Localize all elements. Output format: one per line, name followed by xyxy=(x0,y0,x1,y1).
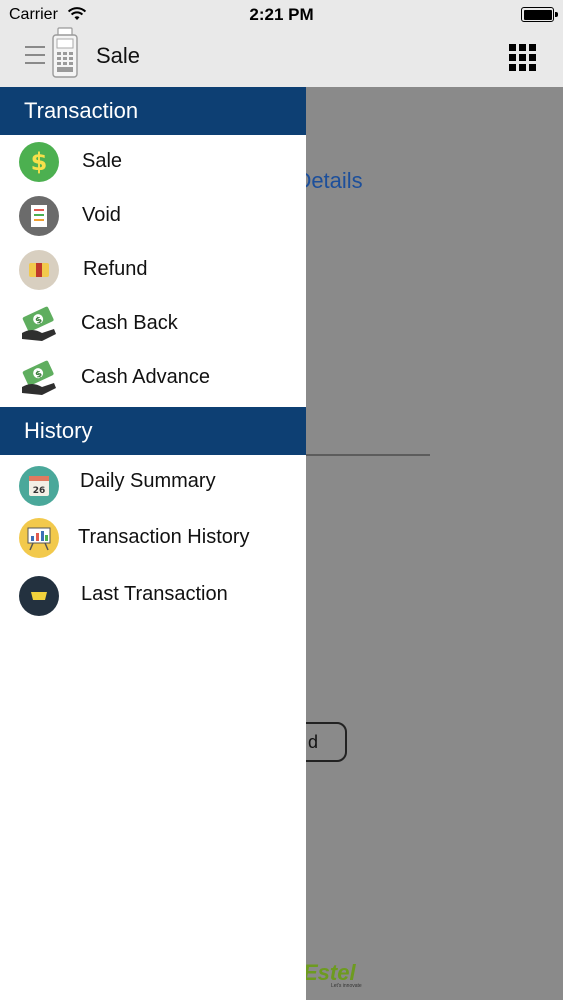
menu-item-void[interactable]: Void xyxy=(0,189,306,243)
basket-icon xyxy=(18,575,60,617)
pos-terminal-icon xyxy=(52,27,78,78)
menu-item-sale[interactable]: $ Sale xyxy=(0,135,306,189)
menu-item-cash-advance[interactable]: $ Cash Advance xyxy=(0,351,306,405)
estel-logo: Estel Let's innovate xyxy=(303,960,365,994)
calendar-date: 26 xyxy=(33,486,46,496)
menu-item-label: Last Transaction xyxy=(81,583,228,605)
svg-text:$: $ xyxy=(31,148,48,176)
menu-item-last-transaction[interactable]: Last Transaction xyxy=(0,567,306,621)
menu-item-label: Refund xyxy=(83,258,148,280)
menu-item-label: Transaction History xyxy=(78,526,250,548)
section-header-transaction: Transaction xyxy=(0,87,306,135)
hamburger-icon[interactable] xyxy=(25,46,45,70)
menu-item-label: Cash Back xyxy=(81,312,178,334)
logo-name: Estel xyxy=(303,960,356,985)
menu-item-transaction-history[interactable]: Transaction History xyxy=(0,509,306,567)
nav-bar: Sale xyxy=(0,27,563,87)
receipt-icon xyxy=(18,195,60,237)
battery-level xyxy=(523,9,552,20)
clock: 2:21 PM xyxy=(249,5,314,24)
status-bar: Carrier 2:21 PM xyxy=(0,0,563,30)
logo-tagline: Let's innovate xyxy=(331,983,362,989)
menu-item-refund[interactable]: Refund xyxy=(0,243,306,297)
menu-item-label: Void xyxy=(82,204,121,226)
cash-hand-icon: $ xyxy=(18,303,60,345)
page-title: Sale xyxy=(96,43,141,68)
background-input-underline xyxy=(290,454,430,456)
menu-item-label: Cash Advance xyxy=(81,366,210,388)
cash-hand-icon: $ xyxy=(18,357,60,399)
menu-item-cash-back[interactable]: $ Cash Back xyxy=(0,297,306,351)
chart-board-icon xyxy=(18,517,60,559)
section-header-history: History xyxy=(0,407,306,455)
grid-icon[interactable] xyxy=(509,44,536,71)
side-drawer: Transaction $ Sale Void Refund $ Cash Ba… xyxy=(0,87,306,1000)
battery-icon xyxy=(521,7,558,22)
menu-item-label: Sale xyxy=(82,150,123,172)
menu-item-label: Daily Summary xyxy=(80,470,216,492)
menu-item-daily-summary[interactable]: 26 Daily Summary xyxy=(0,455,306,509)
refund-icon xyxy=(18,249,60,291)
calendar-icon: 26 xyxy=(18,465,60,507)
dollar-icon: $ xyxy=(18,141,60,183)
